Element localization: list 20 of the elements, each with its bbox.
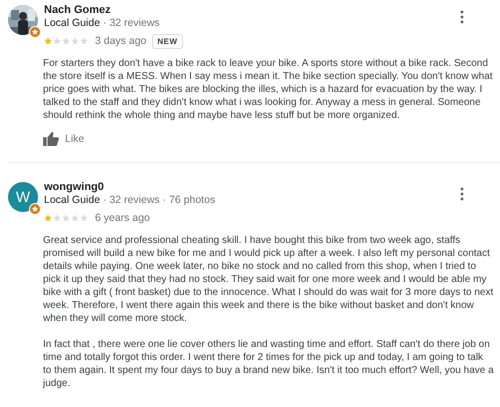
reviewer-name[interactable]: Nach Gomez bbox=[44, 4, 460, 17]
guide-label: Local Guide bbox=[44, 194, 100, 206]
review-time: 6 years ago bbox=[95, 212, 150, 224]
avatar-letter: W bbox=[8, 182, 38, 212]
review-text: For starters they don't have a bike rack to leave your bike. A sports store without a bike rack. Second the store itself is a MESS. When I say mess i mean it. The bike section specially. You don't know what price goes with what. The bikes are blocking the illes, which is a hazard for evacuation by the way. I talked to the staff and they didn't know what i was looking for. Anyway a mess in general. Someone should rethink the whole thing and maybe have less stuff but be more organized. bbox=[43, 57, 494, 122]
more-options-icon[interactable] bbox=[460, 10, 464, 24]
guide-label: Local Guide bbox=[44, 17, 100, 29]
star-badge-icon bbox=[29, 203, 41, 215]
reviewer-name[interactable]: wongwing0 bbox=[44, 181, 460, 194]
more-options-icon[interactable] bbox=[460, 187, 464, 201]
reviewer-stat: · 76 photos bbox=[162, 194, 216, 206]
review-time: 3 days ago bbox=[95, 35, 146, 47]
reviewer-stat: · 32 reviews bbox=[103, 194, 160, 206]
reviewer-stat: · 32 reviews bbox=[103, 17, 160, 29]
new-badge: NEW bbox=[152, 34, 183, 48]
star-badge-icon bbox=[29, 26, 41, 38]
review-text: In fact that , there were one lie cover others lie and wasting time and effort. Staff can't do there job on time and totally forgot this order. I went there for 2 times for the pick up and today, I am going to talk to them again. It spent my four days to buy a brand new bike. Isn't it too much effort? Well, you have a judge. bbox=[43, 338, 494, 390]
like-button[interactable]: Like bbox=[43, 132, 84, 146]
review-text: Great service and professional cheating skill. I have bought this bike from two week ago, staffs promised will build a new bike for me and I would pick up after a week. I also left my personal contact details while paying. One week later, no bike no stock and no called from this shop, when I tried to pick it up they said that they had no stock. They said wait for one more week and I would be able my bike with a gift ( front basket) due to the innocence. What I should do was wait for 3 more days to next week. Therefore, I went there again this week and there is the bike without basket and don't know when they will come more stock. bbox=[43, 234, 494, 325]
thumbs-up-icon bbox=[43, 132, 59, 146]
